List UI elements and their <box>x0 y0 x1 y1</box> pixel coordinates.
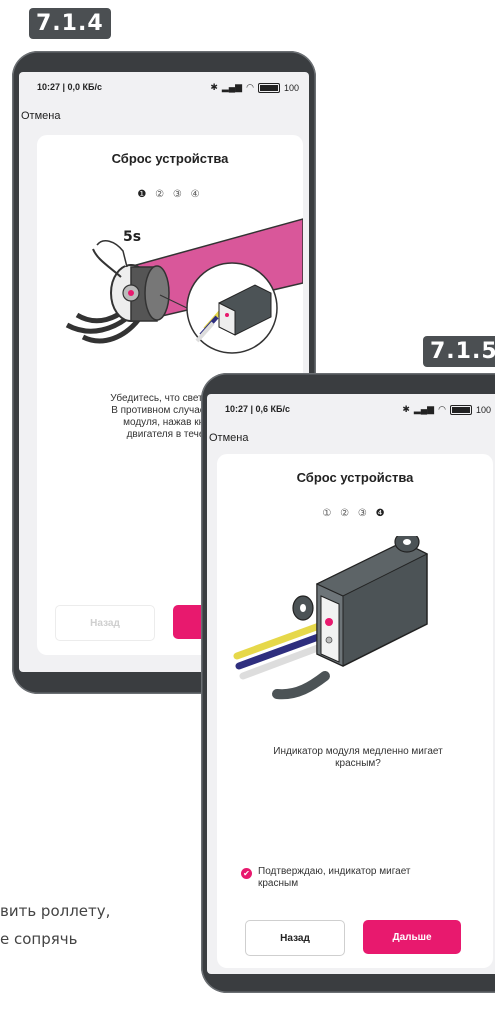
step-1-dot: ① <box>322 508 335 519</box>
signal-icon: ▂▄▆ <box>221 82 243 92</box>
status-bar: 10:27 | 0,6 КБ/с ✱ ▂▄▆ ◠ 100 <box>217 404 491 418</box>
bluetooth-icon: ✱ <box>210 82 218 92</box>
next-button[interactable]: Дальше <box>363 920 461 954</box>
phone-frame-step-2: 10:27 | 0,6 КБ/с ✱ ▂▄▆ ◠ 100 Отмена Сбро… <box>201 373 495 993</box>
back-button[interactable]: Назад <box>55 605 155 641</box>
step-4-dot: ④ <box>190 189 203 200</box>
status-icons: ✱ ▂▄▆ ◠ 100 <box>402 404 491 415</box>
module-led-illustration <box>233 536 429 700</box>
step-2-dot: ② <box>155 189 168 200</box>
step-4-dot: ❹ <box>375 508 388 519</box>
confirm-label-line-1: Подтверждаю, индикатор мигает <box>258 866 411 877</box>
confirm-label: Подтверждаю, индикатор мигает красным <box>258 866 411 890</box>
question-line-2: красным? <box>335 758 381 769</box>
battery-level: 100 <box>283 82 299 93</box>
step-badge-7-1-5: 7.1.5 <box>423 336 495 367</box>
card-title: Сброс устройства <box>296 470 414 485</box>
back-button[interactable]: Назад <box>245 920 345 956</box>
phone-screen: 10:27 | 0,6 КБ/с ✱ ▂▄▆ ◠ 100 Отмена Сбро… <box>207 394 495 974</box>
background-text-line-1: вить роллету, <box>0 902 111 920</box>
background-text-line-2: е сопрячь <box>0 930 78 948</box>
status-time: 10:27 | 0,6 КБ/с <box>225 404 291 414</box>
status-bar: 10:27 | 0,0 КБ/с ✱ ▂▄▆ ◠ 100 <box>29 82 299 96</box>
cancel-link[interactable]: Отмена <box>21 110 60 122</box>
wifi-icon: ◠ <box>246 82 254 92</box>
step-3-dot: ③ <box>357 508 370 519</box>
status-icons: ✱ ▂▄▆ ◠ 100 <box>210 82 299 93</box>
battery-icon <box>257 82 280 93</box>
battery-level: 100 <box>475 404 491 415</box>
battery-icon <box>449 404 472 415</box>
status-time: 10:27 | 0,0 КБ/с <box>37 82 103 92</box>
step-2-dot: ② <box>340 508 353 519</box>
checkmark-icon[interactable]: ✔ <box>241 868 252 879</box>
bluetooth-icon: ✱ <box>402 404 410 414</box>
signal-icon: ▂▄▆ <box>413 404 435 414</box>
question-text: Индикатор модуля медленно мигает красным… <box>233 746 483 770</box>
confirm-checkbox[interactable]: ✔ Подтверждаю, индикатор мигает красным <box>241 866 411 890</box>
wifi-icon: ◠ <box>438 404 446 414</box>
press-time-label: 5s <box>123 229 141 245</box>
card-title: Сброс устройства <box>111 151 229 166</box>
reset-card: Сброс устройства ① ② ③ ❹ Индикатор модул… <box>217 454 493 968</box>
step-3-dot: ③ <box>172 189 185 200</box>
question-line-1: Индикатор модуля медленно мигает <box>273 746 443 757</box>
step-badge-7-1-4: 7.1.4 <box>29 8 111 39</box>
step-1-dot: ❶ <box>137 189 150 200</box>
cancel-link[interactable]: Отмена <box>209 432 248 444</box>
step-indicator: ❶ ② ③ ④ <box>37 189 303 200</box>
confirm-label-line-2: красным <box>258 878 299 889</box>
motor-reset-illustration: 5s <box>65 218 303 354</box>
step-indicator: ① ② ③ ❹ <box>217 508 493 519</box>
